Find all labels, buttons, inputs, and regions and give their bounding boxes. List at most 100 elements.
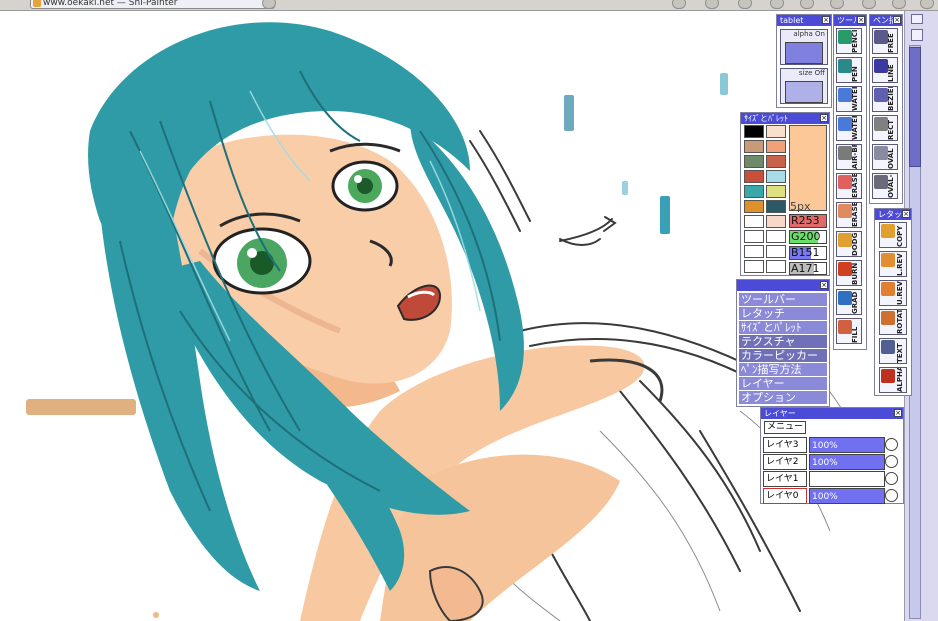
retouch-button[interactable]: ROTATE — [879, 309, 907, 335]
palette-swatch[interactable] — [766, 185, 786, 198]
window-menu-item[interactable]: カラーピッカー — [739, 349, 827, 362]
close-icon[interactable]: × — [857, 16, 865, 24]
layer-row[interactable]: レイヤ3 100% — [763, 437, 901, 453]
browser-toolbar-icon-2[interactable] — [705, 0, 719, 9]
window-menu-item[interactable]: ﾍﾟﾝ描写方法 — [739, 363, 827, 376]
palette-swatch[interactable] — [766, 125, 786, 138]
tool-button[interactable]: WATER2 — [836, 115, 862, 141]
layer-visibility-icon[interactable] — [885, 438, 898, 451]
tool-button[interactable]: ERASER2 — [836, 202, 862, 228]
palette-swatch[interactable] — [744, 260, 764, 273]
pen-mode-button[interactable]: OVAL-F — [872, 173, 898, 199]
layer-menu-button[interactable]: メニュー — [764, 421, 806, 434]
tool-button[interactable]: FILL — [836, 318, 862, 344]
palette-swatch[interactable] — [766, 170, 786, 183]
retouch-button[interactable]: U.REV — [879, 280, 907, 306]
palette-swatch[interactable] — [744, 140, 764, 153]
palette-swatch[interactable] — [766, 200, 786, 213]
palette-swatch[interactable] — [744, 155, 764, 168]
palette-panel-titlebar[interactable]: ｻｲｽﾞとﾊﾟﾚｯﾄ × — [741, 113, 829, 124]
pen-mode-button[interactable]: OVAL — [872, 144, 898, 170]
layer-visibility-icon[interactable] — [885, 472, 898, 485]
browser-toolbar-icon-9[interactable] — [920, 0, 934, 9]
browser-toolbar-icon-4[interactable] — [770, 0, 784, 9]
window-menu-item[interactable]: ツールバー — [739, 293, 827, 306]
pen-mode-panel-titlebar[interactable]: ペン描 × — [870, 15, 902, 26]
layer-opacity-slider[interactable] — [809, 471, 885, 487]
browser-toolbar-icon-3[interactable] — [738, 0, 752, 9]
pen-mode-button[interactable]: RECT — [872, 115, 898, 141]
palette-swatch[interactable] — [744, 230, 764, 243]
close-icon[interactable]: × — [820, 114, 828, 122]
alpha-toggle[interactable]: alpha On — [780, 29, 828, 65]
layer-name[interactable]: レイヤ2 — [763, 454, 807, 470]
layer-row[interactable]: レイヤ2 100% — [763, 454, 901, 470]
layer-visibility-icon[interactable] — [885, 489, 898, 502]
tool-button[interactable]: WATER — [836, 86, 862, 112]
pen-mode-button[interactable]: BEZIER — [872, 86, 898, 112]
palette-swatch[interactable] — [766, 215, 786, 228]
tool-button[interactable]: AIR-BR — [836, 144, 862, 170]
palette-swatch[interactable] — [766, 245, 786, 258]
palette-swatch[interactable] — [766, 260, 786, 273]
retouch-button[interactable]: COPY — [879, 222, 907, 248]
tool-button[interactable]: PEN — [836, 57, 862, 83]
window-menu-item[interactable]: レタッチ — [739, 307, 827, 320]
tool-panel-titlebar[interactable]: ツール × — [834, 15, 866, 26]
retouch-button[interactable]: TEXT — [879, 338, 907, 364]
browser-toolbar-icon-5[interactable] — [800, 0, 814, 9]
close-icon[interactable]: × — [893, 16, 901, 24]
browser-toolbar-icon-1[interactable] — [672, 0, 686, 9]
scrollbar-top-button[interactable] — [911, 14, 923, 24]
palette-swatch[interactable] — [744, 245, 764, 258]
green-slider[interactable]: G200 — [789, 230, 827, 244]
retouch-panel-titlebar[interactable]: レタッ × — [875, 209, 911, 220]
red-slider[interactable]: R253 — [789, 214, 827, 228]
tool-button[interactable]: ERASER — [836, 173, 862, 199]
tool-button[interactable]: GRAD — [836, 289, 862, 315]
palette-swatch[interactable] — [766, 140, 786, 153]
window-menu-item[interactable]: レイヤー — [739, 377, 827, 390]
brush-size-label[interactable]: 5px — [790, 200, 811, 213]
size-toggle[interactable]: size Off — [780, 68, 828, 104]
layer-row[interactable]: レイヤ1 — [763, 471, 901, 487]
palette-swatch[interactable] — [766, 230, 786, 243]
tool-button[interactable]: BURN — [836, 260, 862, 286]
tool-button[interactable]: PENCIL — [836, 28, 862, 54]
tool-button[interactable]: DODGE — [836, 231, 862, 257]
palette-swatch[interactable] — [744, 170, 764, 183]
scrollbar-thumb[interactable] — [909, 47, 921, 167]
pen-mode-button[interactable]: FREE — [872, 28, 898, 54]
browser-toolbar-icon-6[interactable] — [830, 0, 844, 9]
close-icon[interactable]: × — [820, 281, 828, 289]
layer-name[interactable]: レイヤ1 — [763, 471, 807, 487]
close-icon[interactable]: × — [894, 409, 902, 417]
layer-panel-titlebar[interactable]: レイヤー × — [761, 408, 903, 419]
layer-opacity-slider[interactable]: 100% — [809, 454, 885, 470]
layer-opacity-slider[interactable]: 100% — [809, 488, 885, 504]
browser-toolbar-icon-8[interactable] — [892, 0, 906, 9]
scrollbar-arrow-icon[interactable] — [911, 29, 923, 41]
palette-swatch[interactable] — [744, 125, 764, 138]
close-icon[interactable]: × — [902, 210, 910, 218]
palette-swatch[interactable] — [766, 155, 786, 168]
window-menu-item[interactable]: テクスチャ — [739, 335, 827, 348]
palette-swatch[interactable] — [744, 185, 764, 198]
palette-swatch[interactable] — [744, 200, 764, 213]
browser-tab[interactable]: www.oekaki.net — Shi-Painter — [30, 0, 275, 9]
blue-slider[interactable]: B151 — [789, 246, 827, 260]
retouch-button[interactable]: ALPHA — [879, 367, 907, 393]
pen-mode-button[interactable]: LINE — [872, 57, 898, 83]
layer-visibility-icon[interactable] — [885, 455, 898, 468]
layer-row[interactable]: レイヤ0 100% — [763, 488, 901, 504]
layer-opacity-slider[interactable]: 100% — [809, 437, 885, 453]
tablet-panel-titlebar[interactable]: tablet × — [777, 15, 831, 26]
alpha-slider[interactable]: A171 — [789, 262, 827, 275]
browser-toolbar-icon-7[interactable] — [862, 0, 876, 9]
palette-swatch[interactable] — [744, 215, 764, 228]
layer-name[interactable]: レイヤ0 — [763, 488, 807, 504]
retouch-button[interactable]: L.REV — [879, 251, 907, 277]
window-menu-item[interactable]: オプション — [739, 391, 827, 404]
window-menu-titlebar[interactable]: × — [737, 280, 829, 291]
close-icon[interactable]: × — [822, 16, 830, 24]
